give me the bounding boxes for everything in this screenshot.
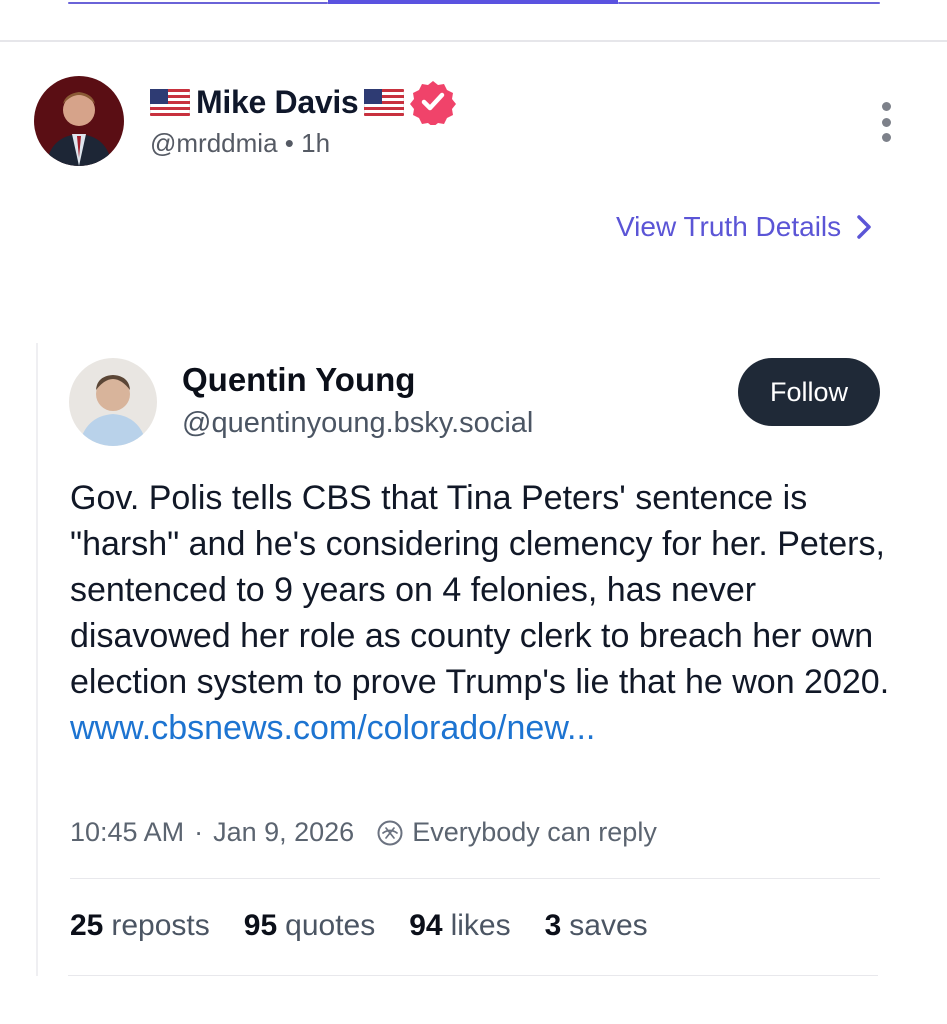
verified-badge-icon	[410, 81, 457, 125]
quoted-post-card[interactable]: Quentin Young @quentinyoung.bsky.social …	[36, 343, 898, 976]
article-link[interactable]: www.cbsnews.com/colorado/new...	[70, 705, 890, 751]
quoted-post-date: Jan 9, 2026	[213, 817, 355, 847]
view-truth-details-link[interactable]: View Truth Details	[616, 211, 873, 243]
quoted-post-text: Gov. Polis tells CBS that Tina Peters' s…	[70, 479, 890, 701]
divider	[70, 878, 880, 879]
quoted-post-body: Gov. Polis tells CBS that Tina Peters' s…	[70, 475, 890, 751]
more-dot	[881, 133, 891, 142]
reply-setting-label[interactable]: Everybody can reply	[412, 817, 657, 848]
likes-stat[interactable]: 94 likes	[409, 909, 510, 943]
divider	[68, 975, 878, 976]
view-truth-details-label: View Truth Details	[616, 211, 842, 242]
time-separator: •	[284, 128, 294, 158]
author-handle-row: @mrddmia • 1h	[150, 128, 330, 159]
us-flag-icon	[364, 88, 405, 116]
reposts-stat[interactable]: 25 reposts	[70, 909, 210, 943]
engagement-stats: 25 reposts 95 quotes 94 likes 3 saves	[70, 909, 682, 943]
saves-label: saves	[569, 909, 648, 942]
reposts-label: reposts	[111, 909, 210, 942]
author-display-name[interactable]: Mike Davis	[196, 84, 359, 121]
chevron-right-icon	[857, 215, 871, 239]
follow-button[interactable]: Follow	[738, 358, 880, 426]
post-time: 1h	[301, 128, 331, 158]
top-tab-bar	[0, 0, 947, 42]
reply-settings-icon	[377, 820, 403, 845]
saves-stat[interactable]: 3 saves	[545, 909, 648, 943]
more-options-button[interactable]	[876, 102, 896, 142]
quoted-post-meta: 10:45 AM · Jan 9, 2026 Everybody can rep…	[70, 817, 657, 848]
likes-count: 94	[409, 909, 443, 942]
us-flag-icon	[150, 88, 190, 116]
post-header: Mike Davis @mrddmia • 1h	[34, 76, 914, 166]
meta-separator: ·	[194, 817, 204, 847]
saves-count: 3	[544, 909, 562, 942]
avatar[interactable]	[34, 76, 124, 166]
author-handle[interactable]: @mrddmia	[150, 128, 278, 158]
tab-indicator-active[interactable]	[328, 0, 618, 4]
quotes-count: 95	[243, 909, 278, 942]
likes-label: likes	[450, 909, 511, 942]
quoted-author-avatar[interactable]	[69, 358, 157, 446]
quotes-stat[interactable]: 95 quotes	[244, 909, 375, 943]
quoted-post-time: 10:45 AM	[70, 817, 185, 847]
tab-indicator-right	[618, 2, 880, 4]
more-dot	[881, 117, 891, 127]
tab-indicator-left	[68, 2, 328, 4]
quoted-author-handle[interactable]: @quentinyoung.bsky.social	[182, 407, 533, 440]
reposts-count: 25	[70, 909, 104, 942]
more-vertical-icon	[881, 102, 891, 111]
author-name-row: Mike Davis	[150, 80, 457, 125]
quotes-label: quotes	[285, 909, 376, 942]
quoted-author-name[interactable]: Quentin Young	[182, 361, 415, 399]
